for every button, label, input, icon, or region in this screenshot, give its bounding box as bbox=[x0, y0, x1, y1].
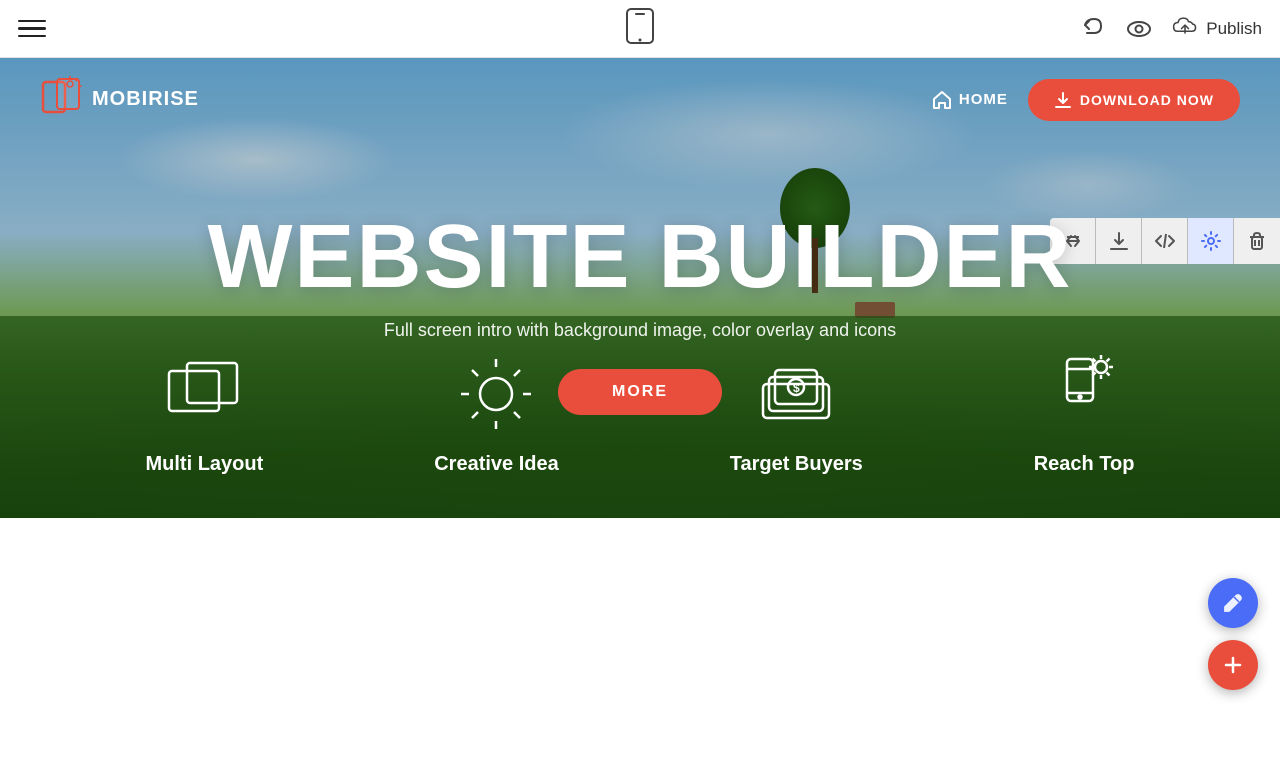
hero-subtitle: Full screen intro with background image,… bbox=[207, 320, 1072, 341]
code-toolbar-button[interactable] bbox=[1142, 218, 1188, 264]
topbar-center bbox=[625, 7, 655, 50]
feature-creative-idea-label: Creative Idea bbox=[434, 453, 559, 476]
feature-multi-layout-label: Multi Layout bbox=[145, 453, 263, 476]
feature-reach-top-label: Reach Top bbox=[1034, 453, 1135, 476]
logo-icon bbox=[40, 76, 82, 123]
publish-button[interactable]: Publish bbox=[1171, 12, 1262, 45]
settings-toolbar-button[interactable] bbox=[1188, 218, 1234, 264]
download-toolbar-button[interactable] bbox=[1096, 218, 1142, 264]
download-icon bbox=[1054, 91, 1072, 109]
preview-button[interactable] bbox=[1125, 15, 1153, 43]
topbar-left bbox=[18, 20, 46, 38]
hero-nav-right: HOME DOWNLOAD NOW bbox=[931, 79, 1240, 121]
download-now-label: DOWNLOAD NOW bbox=[1080, 92, 1214, 108]
hero-content: WEBSITE BUILDER Full screen intro with b… bbox=[207, 212, 1072, 415]
add-fab-button[interactable] bbox=[1208, 640, 1258, 690]
mobirise-logo: MOBIRISE bbox=[40, 76, 199, 123]
phone-preview-icon[interactable] bbox=[625, 7, 655, 45]
block-toolbar bbox=[1050, 218, 1280, 264]
hamburger-menu-button[interactable] bbox=[18, 20, 46, 38]
fab-container bbox=[1208, 578, 1258, 690]
topbar-right: Publish bbox=[1079, 12, 1262, 45]
download-now-button[interactable]: DOWNLOAD NOW bbox=[1028, 79, 1240, 121]
delete-toolbar-button[interactable] bbox=[1234, 218, 1280, 264]
hero-navbar: MOBIRISE HOME DOWNLOAD NOW bbox=[0, 58, 1280, 141]
edit-fab-button[interactable] bbox=[1208, 578, 1258, 628]
nav-home-label: HOME bbox=[959, 91, 1008, 108]
feature-target-buyers-label: Target Buyers bbox=[730, 453, 863, 476]
publish-label: Publish bbox=[1206, 19, 1262, 39]
hero-section: MOBIRISE HOME DOWNLOAD NOW bbox=[0, 58, 1280, 518]
home-icon bbox=[931, 89, 953, 111]
topbar: Publish bbox=[0, 0, 1280, 58]
logo-text: MOBIRISE bbox=[92, 88, 199, 111]
publish-cloud-icon bbox=[1171, 12, 1199, 45]
hero-more-button[interactable]: MORE bbox=[558, 369, 722, 415]
nav-home-link[interactable]: HOME bbox=[931, 89, 1008, 111]
undo-button[interactable] bbox=[1079, 15, 1107, 43]
page-content: MOBIRISE HOME DOWNLOAD NOW bbox=[0, 58, 1280, 720]
hero-title: WEBSITE BUILDER bbox=[207, 212, 1072, 302]
